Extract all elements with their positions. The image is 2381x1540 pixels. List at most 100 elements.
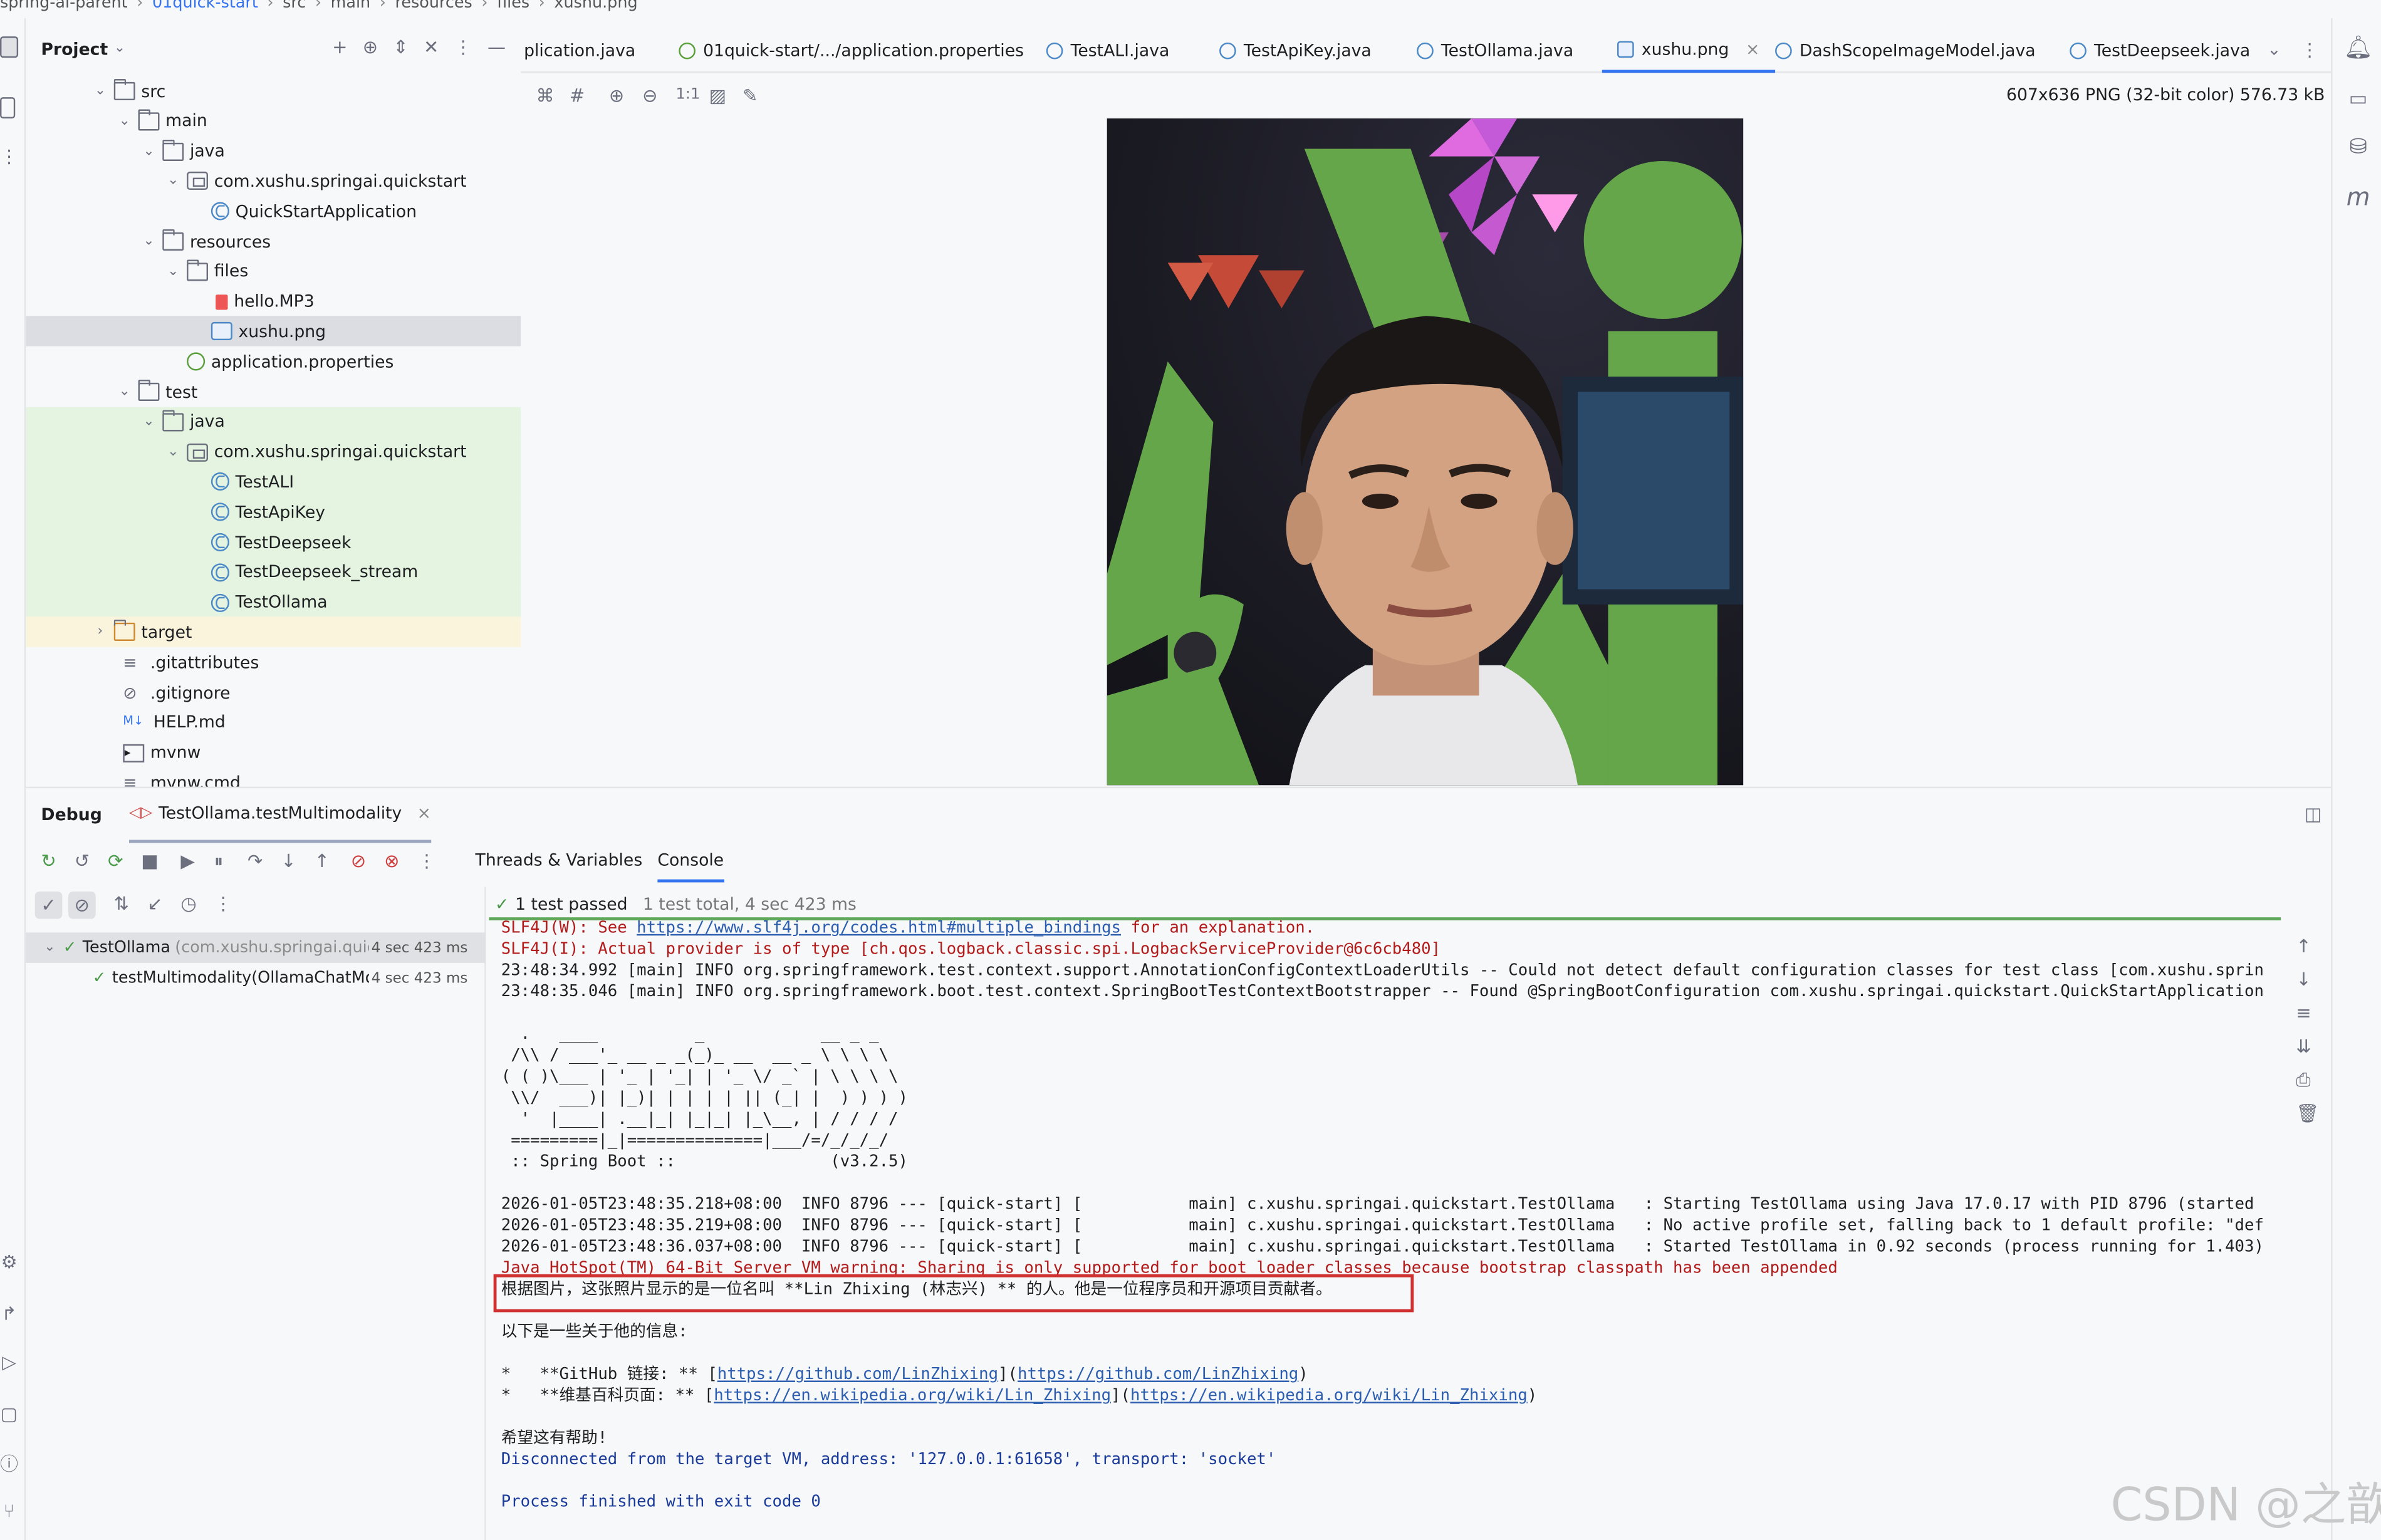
locate-icon[interactable]: ⊕ [363,36,378,58]
chevron-down-icon[interactable]: ⌄ [141,234,156,249]
show-ignored-icon[interactable]: ⊘ [68,891,96,919]
rerun-icon[interactable]: ↻ [41,850,56,871]
structure-tool-icon[interactable] [0,97,16,119]
chevron-down-icon[interactable]: ⌄ [141,143,156,159]
ai-assistant-icon[interactable]: ▭ [2345,85,2372,113]
tree-item[interactable]: ⌄ test [26,377,521,407]
editor-tab[interactable]: TestALI.java [1046,28,1169,73]
test-row-class[interactable]: ⌄ ✓ TestOllama (com.xushu.springai.quic … [26,932,486,963]
tree-item[interactable]: TestDeepseek [26,527,521,558]
close-icon[interactable]: × [1746,39,1759,59]
import-tests-icon[interactable]: ↙ [147,893,162,914]
breadcrumb-item[interactable]: xushu.png [554,0,637,15]
tree-item[interactable]: ⊘ .gitignore [26,677,521,707]
chevron-down-icon[interactable]: ⌄ [141,414,156,429]
breadcrumb-item[interactable]: files [497,0,529,15]
rerun-auto-icon[interactable]: ⟳ [108,850,123,871]
tab-threads-variables[interactable]: Threads & Variables [476,850,643,870]
tree-item[interactable]: ⌄ com.xushu.springai.quickstart [26,166,521,196]
more-tools-icon[interactable]: ⋮ [0,146,18,167]
project-panel-title[interactable]: Project [41,39,108,59]
print-icon[interactable]: ⎙ [2296,1069,2310,1092]
tree-item[interactable]: ⌄ java [26,407,521,437]
soft-wrap-icon[interactable]: ≡ [2296,1002,2311,1024]
fit-icon[interactable]: ⌘ [536,85,554,107]
show-passed-icon[interactable]: ✓ [34,891,63,919]
editor-tab[interactable]: xushu.png × [1602,28,1775,73]
tabs-dropdown-icon[interactable]: ⌄ [2267,39,2281,60]
resume-icon[interactable]: ▶ [180,850,194,871]
breadcrumb-item[interactable]: resources [395,0,472,15]
rerun-failed-icon[interactable]: ↺ [75,850,90,871]
more-icon[interactable]: ⋮ [417,850,435,871]
history-icon[interactable]: ◷ [180,893,196,914]
tree-item[interactable]: hello.MP3 [26,286,521,316]
pause-icon[interactable]: ⏸ [214,850,224,873]
terminal-icon[interactable]: ▢ [0,1403,18,1425]
tree-item[interactable]: TestALI [26,467,521,497]
chevron-down-icon[interactable]: ⌄ [114,41,125,56]
run-icon[interactable]: ▷ [0,1351,18,1373]
test-row-method[interactable]: ✓ testMultimodality(OllamaChatMoc 4 sec … [26,963,486,993]
collapse-all-icon[interactable]: ✕ [424,36,439,58]
breadcrumb-item[interactable]: src [283,0,306,15]
breadcrumb-item[interactable]: spring-ai-parent [0,0,128,15]
chevron-right-icon[interactable]: › [93,625,108,640]
console-output[interactable]: SLF4J(W): See https://www.slf4j.org/code… [489,920,2285,1540]
step-into-icon[interactable]: ↓ [281,850,296,871]
console-link[interactable]: https://en.wikipedia.org/wiki/Lin_Zhixin… [714,1387,1111,1405]
tree-item[interactable]: ≡ .gitattributes [26,647,521,677]
add-icon[interactable]: + [332,36,347,58]
tree-item[interactable]: ⌄ main [26,106,521,136]
breadcrumb-item[interactable]: main [331,0,371,15]
up-arrow-icon[interactable]: ↑ [2296,935,2311,957]
test-options-icon[interactable]: ⋮ [214,893,232,914]
console-link[interactable]: https://www.slf4j.org/codes.html#multipl… [637,920,1121,937]
options-icon[interactable]: ⋮ [454,36,472,58]
close-icon[interactable]: × [417,803,431,823]
tab-console[interactable]: Console [657,850,724,883]
color-picker-icon[interactable]: ✎ [742,85,758,107]
console-link[interactable]: https://en.wikipedia.org/wiki/Lin_Zhixin… [1130,1387,1528,1405]
tree-item[interactable]: ⌄ com.xushu.springai.quickstart [26,437,521,467]
mute-breakpoints-icon[interactable]: ⊗ [384,850,399,871]
tree-item[interactable]: xushu.png [26,316,521,347]
actual-size-button[interactable]: 1:1 [675,86,700,103]
trash-icon[interactable]: 🗑︎ [2296,1103,2319,1124]
project-tool-icon[interactable] [0,36,19,58]
chevron-down-icon[interactable]: ⌄ [117,113,132,128]
layout-icon[interactable]: ◫ [2305,803,2321,825]
tree-item[interactable]: application.properties [26,346,521,377]
editor-tab[interactable]: TestOllama.java [1417,28,1573,73]
zoom-out-icon[interactable]: ⊖ [642,85,657,107]
editor-tab[interactable]: plication.java [524,28,635,73]
vcs-icon[interactable]: ⑂ [0,1501,18,1522]
database-icon[interactable]: ⛁ [2345,133,2372,161]
hide-icon[interactable]: — [487,36,506,58]
console-link[interactable]: https://github.com/LinZhixing [1018,1365,1298,1383]
sort-icon[interactable]: ⇅ [114,893,129,914]
debug-session-tab[interactable]: ◁▷ TestOllama.testMultimodality × [128,788,431,843]
tabs-menu-icon[interactable]: ⋮ [2301,39,2319,61]
tree-item[interactable]: ⌄ java [26,136,521,166]
breakpoints-icon[interactable]: ⊘ [351,850,366,871]
grid-icon[interactable]: # [570,85,585,107]
scroll-to-end-icon[interactable]: ⇊ [2296,1036,2311,1057]
tree-item[interactable]: ⌄ resources [26,226,521,256]
services-icon[interactable]: ⚙ [0,1251,18,1272]
breadcrumb-item[interactable]: 01quick-start [152,0,258,15]
editor-tab[interactable]: 01quick-start/.../application.properties [679,28,1024,73]
tree-item[interactable]: ⌄ files [26,256,521,286]
step-out-icon[interactable]: ↑ [315,850,330,871]
chevron-down-icon[interactable]: ⌄ [44,940,55,955]
stop-icon[interactable]: ■ [141,850,158,871]
tree-item[interactable]: M↓ HELP.md [26,707,521,737]
chevron-down-icon[interactable]: ⌄ [165,174,180,189]
tree-item[interactable]: TestDeepseek_stream [26,557,521,588]
tree-item[interactable]: QuickStartApplication [26,196,521,226]
tree-item[interactable]: ⌄ src [26,76,521,106]
step-over-icon[interactable]: ↷ [247,850,263,871]
notifications-icon[interactable]: 🔔︎ [2344,33,2373,61]
tree-item[interactable]: ▸ mvnw [26,737,521,767]
chevron-down-icon[interactable]: ⌄ [93,83,108,98]
